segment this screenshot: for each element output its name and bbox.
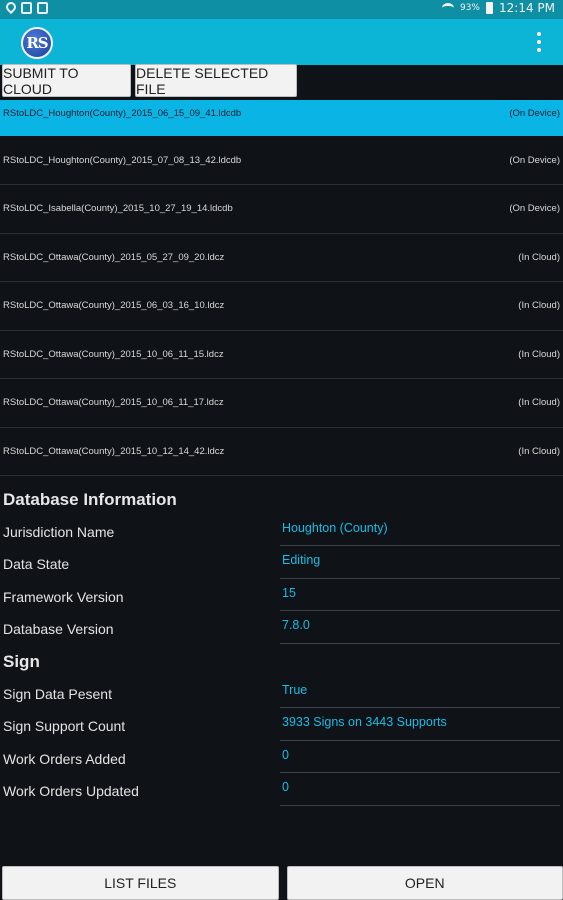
file-status: (On Device)	[509, 154, 560, 166]
file-name: RStoLDC_Ottawa(County)_2015_10_12_14_42.…	[3, 445, 225, 457]
notification-icons	[3, 0, 48, 15]
info-value: Houghton (County)	[282, 521, 388, 535]
file-row[interactable]: RStoLDC_Ottawa(County)_2015_06_03_16_10.…	[0, 282, 563, 331]
clock: 12:14 PM	[499, 1, 555, 15]
info-label: Sign Support Count	[3, 718, 126, 735]
app-bar: RS	[0, 19, 563, 65]
info-label: Database Version	[3, 621, 114, 638]
file-status: (On Device)	[509, 108, 560, 119]
info-value: True	[282, 683, 308, 697]
delete-selected-file-button[interactable]: DELETE SELECTED FILE	[135, 64, 297, 97]
file-status: (In Cloud)	[518, 300, 560, 312]
info-row: Sign Data Pesent True	[0, 676, 563, 709]
info-value: 7.8.0	[282, 618, 310, 633]
file-status: (In Cloud)	[518, 397, 560, 409]
file-name: RStoLDC_Houghton(County)_2015_07_08_13_4…	[3, 154, 242, 166]
sign-table: Sign Data Pesent True Sign Support Count…	[0, 676, 563, 806]
file-row[interactable]: RStoLDC_Ottawa(County)_2015_05_27_09_20.…	[0, 234, 563, 282]
file-row[interactable]: RStoLDC_Ottawa(County)_2015_10_12_14_42.…	[0, 428, 563, 476]
divider	[280, 804, 560, 806]
action-buttons: SUBMIT TO CLOUD DELETE SELECTED FILE	[0, 64, 297, 97]
sign-heading: Sign	[3, 652, 40, 671]
system-indicators: 93% 12:14 PM	[441, 1, 555, 15]
wifi-icon	[441, 3, 454, 13]
file-name: RStoLDC_Isabella(County)_2015_10_27_19_1…	[3, 203, 233, 215]
info-value: 3933 Signs on 3443 Supports	[282, 715, 447, 730]
info-row: Sign Support Count 3933 Signs on 3443 Su…	[0, 708, 563, 741]
info-row: Jurisdiction Name Houghton (County)	[0, 514, 563, 547]
info-row: Data State Editing	[0, 546, 563, 579]
info-value: Editing	[282, 553, 321, 568]
info-label: Work Orders Updated	[3, 783, 139, 800]
info-label: Data State	[3, 556, 70, 573]
file-row[interactable]: RStoLDC_Isabella(County)_2015_10_27_19_1…	[0, 185, 563, 234]
info-value: 15	[282, 585, 296, 600]
info-label: Framework Version	[3, 588, 124, 605]
file-row[interactable]: RStoLDC_Houghton(County)_2015_06_15_09_4…	[0, 100, 563, 136]
status-bar: 93% 12:14 PM	[0, 0, 563, 19]
file-name: RStoLDC_Ottawa(County)_2015_06_03_16_10.…	[3, 300, 225, 312]
file-name: RStoLDC_Ottawa(County)_2015_10_06_11_15.…	[3, 348, 224, 360]
file-row[interactable]: RStoLDC_Ottawa(County)_2015_10_06_11_17.…	[0, 379, 563, 428]
info-row: Database Version 7.8.0	[0, 611, 563, 644]
app-logo: RS	[21, 27, 53, 59]
list-files-button[interactable]: LIST FILES	[2, 866, 279, 900]
file-name: RStoLDC_Ottawa(County)_2015_05_27_09_20.…	[3, 251, 225, 263]
info-label: Sign Data Pesent	[3, 686, 112, 702]
info-row: Framework Version 15	[0, 579, 563, 612]
database-information-table: Jurisdiction Name Houghton (County) Data…	[0, 514, 563, 644]
file-status: (In Cloud)	[518, 348, 560, 360]
file-list: RStoLDC_Houghton(County)_2015_06_15_09_4…	[0, 100, 563, 476]
info-value: 0	[282, 747, 289, 762]
battery-icon	[486, 2, 493, 14]
location-icon	[3, 0, 19, 15]
info-label: Jurisdiction Name	[3, 524, 115, 540]
open-button[interactable]: OPEN	[286, 866, 563, 900]
battery-percent: 93%	[459, 3, 480, 13]
database-information-heading: Database Information	[3, 490, 177, 509]
info-row: Work Orders Added 0	[0, 741, 563, 774]
overflow-menu-icon[interactable]	[533, 32, 545, 52]
image-icon	[21, 2, 32, 14]
file-name: RStoLDC_Ottawa(County)_2015_10_06_11_17.…	[3, 397, 224, 409]
file-row[interactable]: RStoLDC_Ottawa(County)_2015_10_06_11_15.…	[0, 331, 563, 379]
info-row: Work Orders Updated 0	[0, 773, 563, 806]
divider	[280, 642, 560, 644]
info-label: Work Orders Added	[3, 750, 126, 767]
file-status: (On Device)	[509, 203, 560, 215]
file-status: (In Cloud)	[518, 445, 560, 457]
bottom-action-bar: LIST FILES OPEN	[0, 866, 563, 900]
file-name: RStoLDC_Houghton(County)_2015_06_15_09_4…	[3, 108, 242, 119]
submit-to-cloud-button[interactable]: SUBMIT TO CLOUD	[2, 64, 131, 97]
info-value: 0	[282, 780, 289, 795]
file-status: (In Cloud)	[518, 251, 560, 263]
file-row[interactable]: RStoLDC_Houghton(County)_2015_07_08_13_4…	[0, 136, 563, 185]
store-icon	[37, 2, 48, 14]
